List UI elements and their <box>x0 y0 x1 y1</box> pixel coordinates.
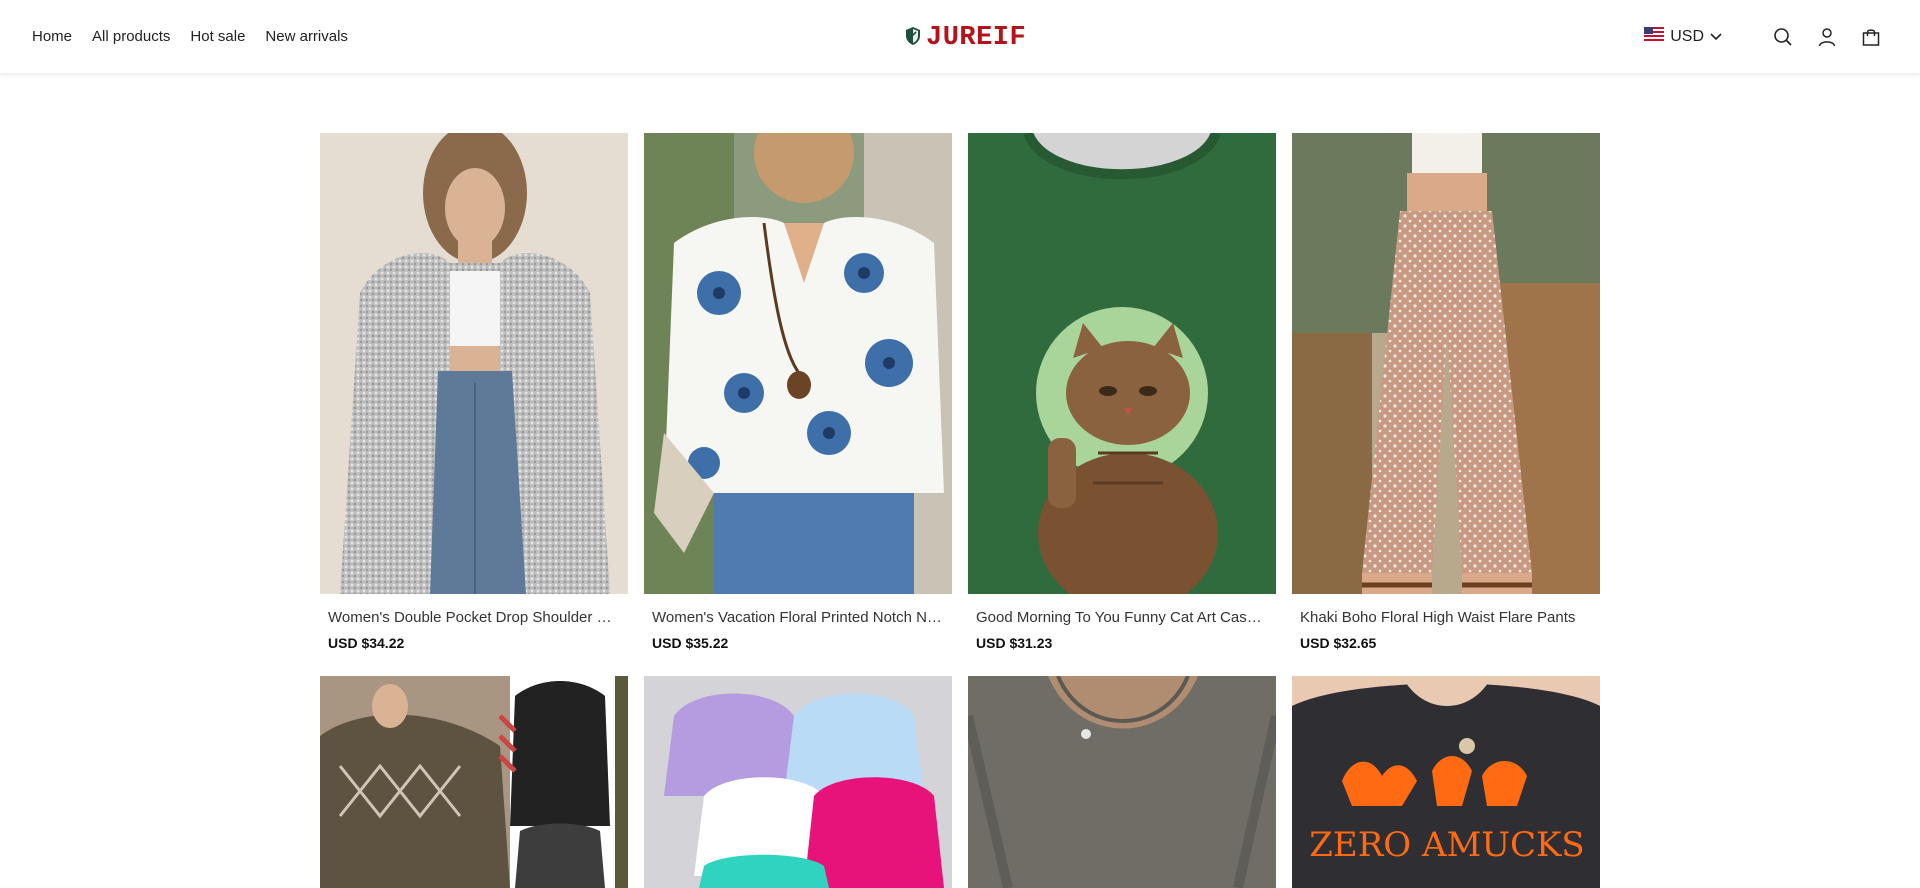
product-title[interactable]: Women's Double Pocket Drop Shoulder Open… <box>320 609 620 626</box>
product-image[interactable] <box>320 133 628 594</box>
sweatshirt-print-text: ZERO AMUCKS <box>1309 825 1584 865</box>
brand-logo[interactable]: JUREIF <box>904 22 1026 54</box>
product-image[interactable]: ZERO AMUCKS <box>1292 676 1600 888</box>
nav-hot-sale[interactable]: Hot sale <box>190 28 245 45</box>
site-header: Home All products Hot sale New arrivals … <box>0 0 1920 73</box>
product-card[interactable]: Women's Vacation Floral Printed Notch Ne… <box>644 133 952 651</box>
product-title[interactable]: Khaki Boho Floral High Waist Flare Pants <box>1292 609 1592 626</box>
product-card[interactable]: Good Morning To You Funny Cat Art Casual… <box>968 133 1276 651</box>
product-image[interactable] <box>1292 133 1600 594</box>
product-image[interactable] <box>644 676 952 888</box>
product-card[interactable] <box>320 676 628 888</box>
product-price: USD $32.65 <box>1300 635 1377 651</box>
currency-selector[interactable]: USD <box>1644 27 1722 46</box>
product-image[interactable] <box>320 676 628 888</box>
cart-icon[interactable] <box>1860 26 1882 48</box>
product-image[interactable] <box>644 133 952 594</box>
chevron-down-icon <box>1710 28 1722 46</box>
shield-icon <box>904 26 922 51</box>
product-price: USD $34.22 <box>328 635 405 651</box>
product-card[interactable]: ZERO AMUCKS <box>1292 676 1600 888</box>
product-card[interactable]: Women's Double Pocket Drop Shoulder Open… <box>320 133 628 651</box>
currency-label: USD <box>1670 27 1704 45</box>
header-tools: USD <box>1644 0 1882 73</box>
us-flag-icon <box>1644 27 1665 46</box>
product-card[interactable] <box>644 676 952 888</box>
product-price: USD $31.23 <box>976 635 1053 651</box>
nav-home[interactable]: Home <box>32 28 72 45</box>
search-icon[interactable] <box>1772 26 1794 48</box>
product-card[interactable]: Khaki Boho Floral High Waist Flare Pants… <box>1292 133 1600 651</box>
nav-new-arrivals[interactable]: New arrivals <box>265 28 348 45</box>
product-card[interactable] <box>968 676 1276 888</box>
main-nav: Home All products Hot sale New arrivals <box>32 0 348 73</box>
product-image[interactable] <box>968 133 1276 594</box>
product-title[interactable]: Women's Vacation Floral Printed Notch Ne… <box>644 609 944 626</box>
product-image[interactable] <box>968 676 1276 888</box>
brand-name: JUREIF <box>926 23 1027 53</box>
product-price: USD $35.22 <box>652 635 729 651</box>
product-title[interactable]: Good Morning To You Funny Cat Art Casual… <box>968 609 1268 626</box>
account-icon[interactable] <box>1816 26 1838 48</box>
nav-all-products[interactable]: All products <box>92 28 170 45</box>
